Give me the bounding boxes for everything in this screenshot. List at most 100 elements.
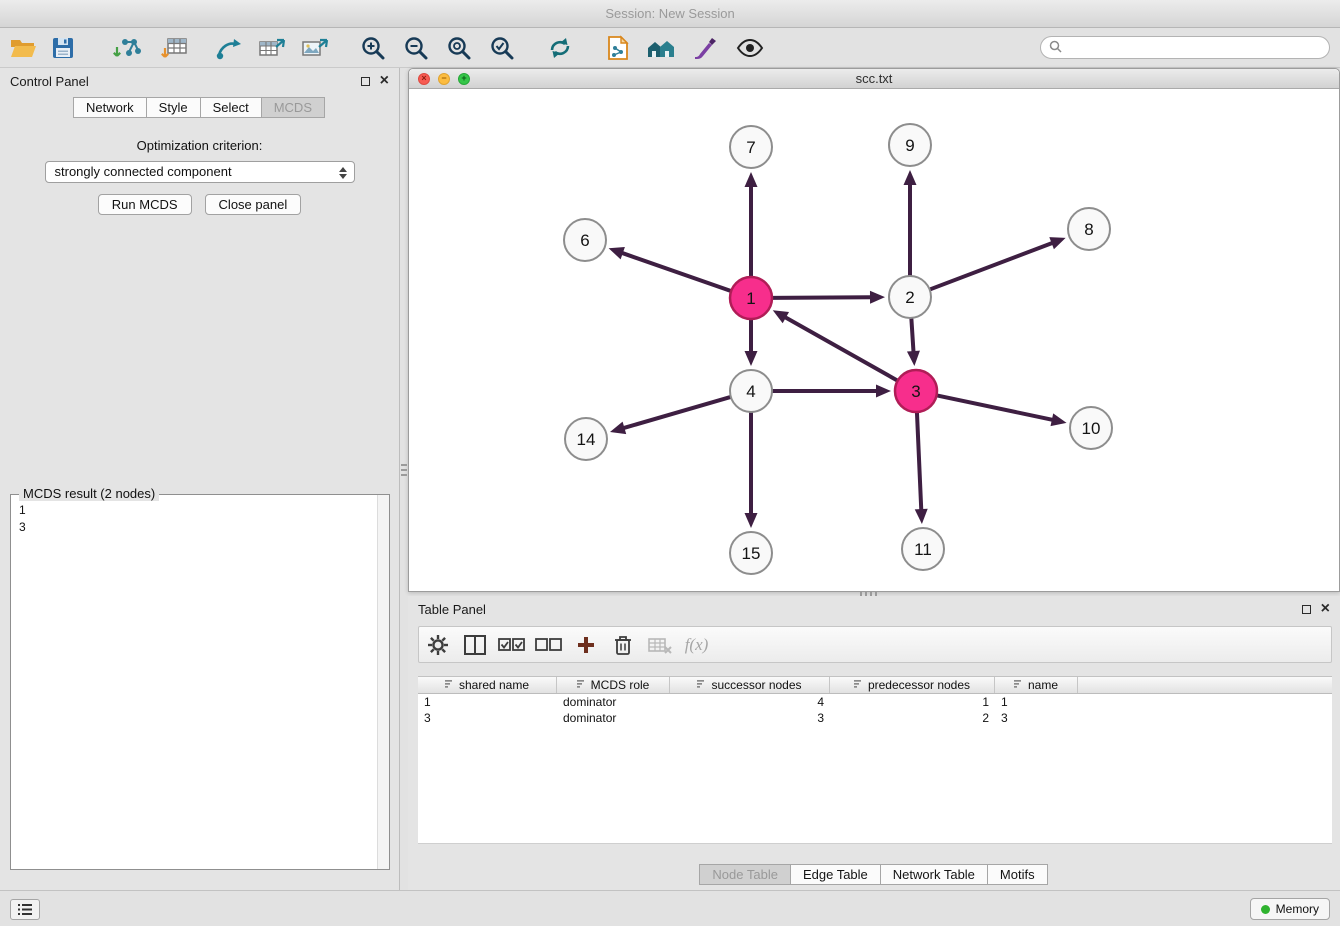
function-builder-button[interactable]: f(x) [678, 630, 715, 660]
zoom-in-icon[interactable] [358, 31, 388, 65]
tab-network[interactable]: Network [73, 97, 147, 118]
sort-icon [445, 678, 455, 692]
search-input[interactable] [1067, 41, 1321, 55]
graph-node[interactable]: 2 [889, 276, 931, 318]
window-title: Session: New Session [605, 6, 734, 21]
search-icon [1049, 40, 1062, 56]
criterion-select[interactable]: strongly connected component [45, 161, 355, 183]
style-brush-icon[interactable] [690, 31, 720, 65]
apply-style-icon[interactable] [603, 31, 633, 65]
maximize-window-icon[interactable] [458, 73, 470, 85]
tab-edge-table[interactable]: Edge Table [790, 864, 881, 885]
table-settings-gear-icon[interactable] [419, 630, 456, 660]
graph-node[interactable]: 15 [730, 532, 772, 574]
table-cell: 3 [995, 711, 1078, 725]
float-table-panel-icon[interactable] [1302, 605, 1311, 614]
select-stepper-icon [337, 165, 349, 181]
import-network-icon[interactable] [112, 31, 142, 65]
graph-edge[interactable] [911, 319, 913, 351]
tab-motifs[interactable]: Motifs [987, 864, 1048, 885]
export-table-icon[interactable] [257, 31, 287, 65]
graph-edge[interactable] [938, 396, 1052, 420]
network-window-titlebar[interactable]: scc.txt [409, 69, 1339, 89]
delete-column-icon[interactable] [604, 630, 641, 660]
open-folder-icon[interactable] [8, 31, 38, 65]
sort-icon [854, 678, 864, 692]
delete-table-icon [641, 630, 678, 660]
close-panel-icon[interactable] [380, 73, 389, 89]
show-hide-eye-icon[interactable] [735, 31, 765, 65]
import-table-icon[interactable] [160, 31, 190, 65]
splitter-grip-vertical[interactable] [401, 464, 407, 476]
run-mcds-button[interactable]: Run MCDS [98, 194, 192, 215]
graph-node[interactable]: 10 [1070, 407, 1112, 449]
graph-node-label: 15 [742, 544, 761, 563]
table-row[interactable]: 3dominator323 [418, 710, 1332, 726]
graph-edge[interactable] [786, 318, 897, 381]
tab-select[interactable]: Select [200, 97, 262, 118]
network-canvas[interactable]: 7 9 6 8 1 2 4 3 14 10 15 11 [409, 89, 1339, 591]
graph-node-label: 1 [746, 289, 755, 308]
graph-edge[interactable] [773, 297, 870, 298]
graph-node[interactable]: 11 [902, 528, 944, 570]
graph-node[interactable]: 14 [565, 418, 607, 460]
graph-node[interactable]: 6 [564, 219, 606, 261]
graph-edge-arrow [745, 172, 758, 187]
graph-edge-arrow [610, 422, 626, 434]
tab-mcds[interactable]: MCDS [261, 97, 325, 118]
zoom-fit-icon[interactable] [444, 31, 474, 65]
graph-node[interactable]: 9 [889, 124, 931, 166]
export-image-icon[interactable] [300, 31, 330, 65]
control-panel: Control Panel NetworkStyleSelectMCDS Opt… [0, 68, 400, 890]
table-cell: 3 [418, 711, 557, 725]
add-column-icon[interactable] [567, 630, 604, 660]
tab-network-table[interactable]: Network Table [880, 864, 988, 885]
table-body: 1dominator4113dominator323 [418, 694, 1332, 844]
mcds-result-box: MCDS result (2 nodes) 13 [10, 494, 390, 870]
graph-edge-arrow [745, 513, 758, 528]
graph-node-label: 7 [746, 138, 755, 157]
tab-style[interactable]: Style [146, 97, 201, 118]
graph-node[interactable]: 3 [895, 370, 937, 412]
float-panel-icon[interactable] [361, 77, 370, 86]
search-field[interactable] [1040, 36, 1330, 59]
tab-node-table[interactable]: Node Table [699, 864, 791, 885]
main-toolbar [0, 28, 1340, 68]
table-row[interactable]: 1dominator411 [418, 694, 1332, 710]
refresh-icon[interactable] [545, 31, 575, 65]
graph-edge[interactable] [931, 243, 1052, 289]
result-scrollbar[interactable] [377, 495, 389, 869]
graph-edge[interactable] [624, 397, 729, 428]
table-cell: 3 [670, 711, 830, 725]
zoom-selected-icon[interactable] [487, 31, 517, 65]
table-header-row: shared nameMCDS rolesuccessor nodesprede… [418, 676, 1332, 694]
memory-button[interactable]: Memory [1250, 898, 1330, 920]
graph-node[interactable]: 1 [730, 277, 772, 319]
graph-node[interactable]: 8 [1068, 208, 1110, 250]
zoom-out-icon[interactable] [401, 31, 431, 65]
table-column-header[interactable]: name [995, 677, 1078, 693]
select-all-icon[interactable] [493, 630, 530, 660]
network-home-icon[interactable] [646, 31, 676, 65]
table-column-header[interactable]: predecessor nodes [830, 677, 995, 693]
graph-edge[interactable] [917, 413, 921, 509]
table-cell: 1 [418, 695, 557, 709]
network-graph[interactable]: 7 9 6 8 1 2 4 3 14 10 15 11 [409, 89, 1339, 591]
close-panel-button[interactable]: Close panel [205, 194, 302, 215]
close-table-panel-icon[interactable] [1321, 601, 1330, 617]
minimize-window-icon[interactable] [438, 73, 450, 85]
task-list-icon[interactable] [10, 899, 40, 920]
graph-node[interactable]: 7 [730, 126, 772, 168]
show-columns-icon[interactable] [456, 630, 493, 660]
export-network-icon[interactable] [214, 31, 244, 65]
table-column-header[interactable]: shared name [418, 677, 557, 693]
close-window-icon[interactable] [418, 73, 430, 85]
table-column-header[interactable]: MCDS role [557, 677, 670, 693]
mcds-result-lines: 13 [11, 495, 389, 543]
save-icon[interactable] [48, 31, 78, 65]
table-column-header[interactable]: successor nodes [670, 677, 830, 693]
deselect-all-icon[interactable] [530, 630, 567, 660]
mcds-result-title: MCDS result (2 nodes) [19, 486, 159, 501]
graph-node[interactable]: 4 [730, 370, 772, 412]
graph-edge[interactable] [623, 253, 730, 291]
